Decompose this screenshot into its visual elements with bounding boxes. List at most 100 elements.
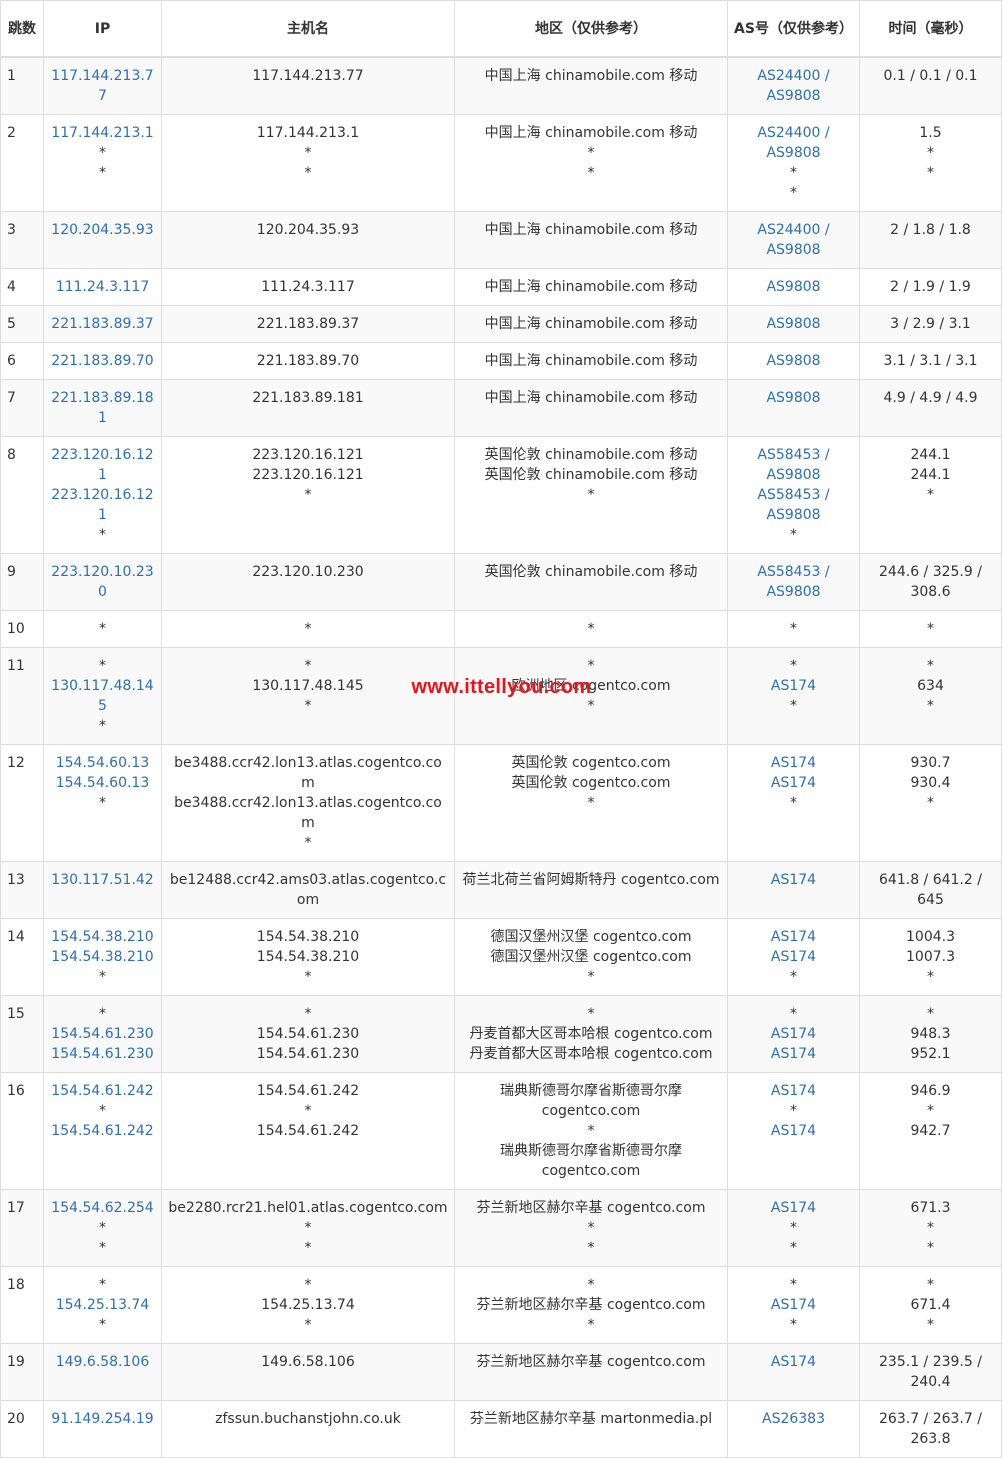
asn-link[interactable]: AS58453 / AS9808: [734, 445, 853, 485]
ip-link[interactable]: 154.54.61.230: [50, 1044, 155, 1064]
asn-link[interactable]: AS9808: [734, 388, 853, 408]
ip-link[interactable]: 154.54.62.254: [50, 1198, 155, 1218]
region-text: *: [587, 1123, 595, 1139]
hop-cell: 6: [0, 342, 44, 380]
asn-link[interactable]: AS174: [734, 1295, 853, 1315]
asn-link[interactable]: AS58453 / AS9808: [734, 562, 853, 602]
time-text: 3 / 2.9 / 3.1: [890, 316, 971, 332]
ip-link[interactable]: 117.144.213.1: [50, 123, 155, 143]
asn-text: *: [790, 621, 797, 637]
time-text: 2 / 1.9 / 1.9: [890, 279, 971, 295]
asn-link[interactable]: AS9808: [734, 351, 853, 371]
hop-cell: 15: [0, 995, 44, 1073]
ip-text: *: [99, 718, 106, 734]
asn-link[interactable]: AS174: [734, 1024, 853, 1044]
time-text: *: [927, 1220, 934, 1236]
hop-cell: 16: [0, 1072, 44, 1190]
ip-cell: 111.24.3.117: [43, 268, 162, 306]
hostname-text: *: [304, 1240, 312, 1256]
ip-link[interactable]: 154.54.60.13: [50, 773, 155, 793]
asn-link[interactable]: AS58453 / AS9808: [734, 485, 853, 525]
asn-link[interactable]: AS174: [734, 1081, 853, 1101]
hostname-text: *: [304, 1277, 312, 1293]
region-text: *: [587, 698, 595, 714]
hostname-text: 221.183.89.181: [252, 390, 364, 406]
table-row: 7 221.183.89.181 221.183.89.181 中国上海 chinam…: [0, 379, 1002, 437]
hop-cell: 1: [0, 56, 44, 115]
ip-link[interactable]: 91.149.254.19: [50, 1409, 155, 1429]
ip-link[interactable]: 154.54.61.242: [50, 1121, 155, 1141]
time-cell: 641.8 / 641.2 / 645: [859, 861, 1002, 919]
ip-link[interactable]: 154.54.38.210: [50, 927, 155, 947]
ip-link[interactable]: 130.117.48.145: [50, 676, 155, 716]
table-row: 1 117.144.213.77 117.144.213.77 中国上海 chinam…: [0, 56, 1002, 115]
asn-cell: *: [727, 610, 860, 648]
ip-link[interactable]: 130.117.51.42: [50, 870, 155, 890]
table-header-row: 跳数 IP 主机名 地区（仅供参考） AS号（仅供参考） 时间（毫秒）: [0, 0, 1002, 58]
asn-link[interactable]: AS24400 / AS9808: [734, 66, 853, 106]
asn-link[interactable]: AS9808: [734, 277, 853, 297]
hostname-cell: be3488.ccr42.lon13.atlas.cogentco.com be3…: [161, 744, 455, 862]
asn-cell: * AS174 *: [727, 1266, 860, 1344]
region-text: *: [587, 658, 595, 674]
hostname-text: *: [304, 487, 312, 503]
region-cell: 中国上海 chinamobile.com 移动: [454, 379, 728, 437]
table-row: 5 221.183.89.37 221.183.89.37 中国上海 chinamob…: [0, 305, 1002, 343]
header-hop: 跳数: [0, 0, 44, 58]
hop-cell: 20: [0, 1400, 44, 1458]
ip-link[interactable]: 111.24.3.117: [50, 277, 155, 297]
asn-text: *: [790, 1220, 797, 1236]
asn-link[interactable]: AS174: [734, 753, 853, 773]
ip-link[interactable]: 154.54.38.210: [50, 947, 155, 967]
hostname-text: 154.54.61.230: [256, 1026, 360, 1042]
region-text: 瑞典斯德哥尔摩省斯德哥尔摩 cogentco.com: [500, 1083, 682, 1119]
ip-text: *: [99, 165, 106, 181]
ip-link[interactable]: 223.120.16.121: [50, 445, 155, 485]
hostname-cell: *: [161, 610, 455, 648]
asn-link[interactable]: AS174: [734, 773, 853, 793]
ip-link[interactable]: 154.54.61.230: [50, 1024, 155, 1044]
ip-link[interactable]: 223.120.16.121: [50, 485, 155, 525]
hop-cell: 19: [0, 1343, 44, 1401]
asn-link[interactable]: AS174: [734, 1044, 853, 1064]
hostname-text: *: [304, 698, 312, 714]
ip-text: *: [99, 1317, 106, 1333]
hop-cell: 12: [0, 744, 44, 862]
ip-link[interactable]: 154.54.61.242: [50, 1081, 155, 1101]
hop-cell: 5: [0, 305, 44, 343]
asn-link[interactable]: AS24400 / AS9808: [734, 220, 853, 260]
ip-link[interactable]: 117.144.213.77: [50, 66, 155, 106]
table-row: 10 * * * * *: [0, 610, 1002, 648]
asn-link[interactable]: AS26383: [734, 1409, 853, 1429]
ip-cell: 223.120.10.230: [43, 553, 162, 611]
asn-link[interactable]: AS174: [734, 1352, 853, 1372]
hostname-text: *: [304, 1006, 312, 1022]
hostname-text: 117.144.213.1: [256, 125, 360, 141]
asn-link[interactable]: AS174: [734, 1121, 853, 1141]
ip-link[interactable]: 221.183.89.37: [50, 314, 155, 334]
asn-link[interactable]: AS174: [734, 676, 853, 696]
asn-link[interactable]: AS24400 / AS9808: [734, 123, 853, 163]
asn-link[interactable]: AS174: [734, 1198, 853, 1218]
ip-cell: *: [43, 610, 162, 648]
table-row: 20 91.149.254.19 zfssun.buchanstjohn.co.uk…: [0, 1400, 1002, 1458]
ip-link[interactable]: 223.120.10.230: [50, 562, 155, 602]
ip-link[interactable]: 221.183.89.70: [50, 351, 155, 371]
ip-link[interactable]: 154.25.13.74: [50, 1295, 155, 1315]
asn-link[interactable]: AS174: [734, 870, 853, 890]
ip-link[interactable]: 149.6.58.106: [50, 1352, 155, 1372]
asn-link[interactable]: AS9808: [734, 314, 853, 334]
time-text: *: [927, 1006, 934, 1022]
hostname-cell: 223.120.16.121 223.120.16.121 *: [161, 436, 455, 554]
region-text: 英国伦敦 chinamobile.com 移动: [484, 467, 698, 483]
time-text: 634: [917, 678, 944, 694]
ip-link[interactable]: 221.183.89.181: [50, 388, 155, 428]
ip-link[interactable]: 154.54.60.13: [50, 753, 155, 773]
hop-cell: 2: [0, 114, 44, 212]
time-text: *: [927, 621, 934, 637]
ip-link[interactable]: 120.204.35.93: [50, 220, 155, 240]
hop-cell: 17: [0, 1189, 44, 1267]
asn-link[interactable]: AS174: [734, 947, 853, 967]
time-text: *: [927, 487, 934, 503]
asn-link[interactable]: AS174: [734, 927, 853, 947]
